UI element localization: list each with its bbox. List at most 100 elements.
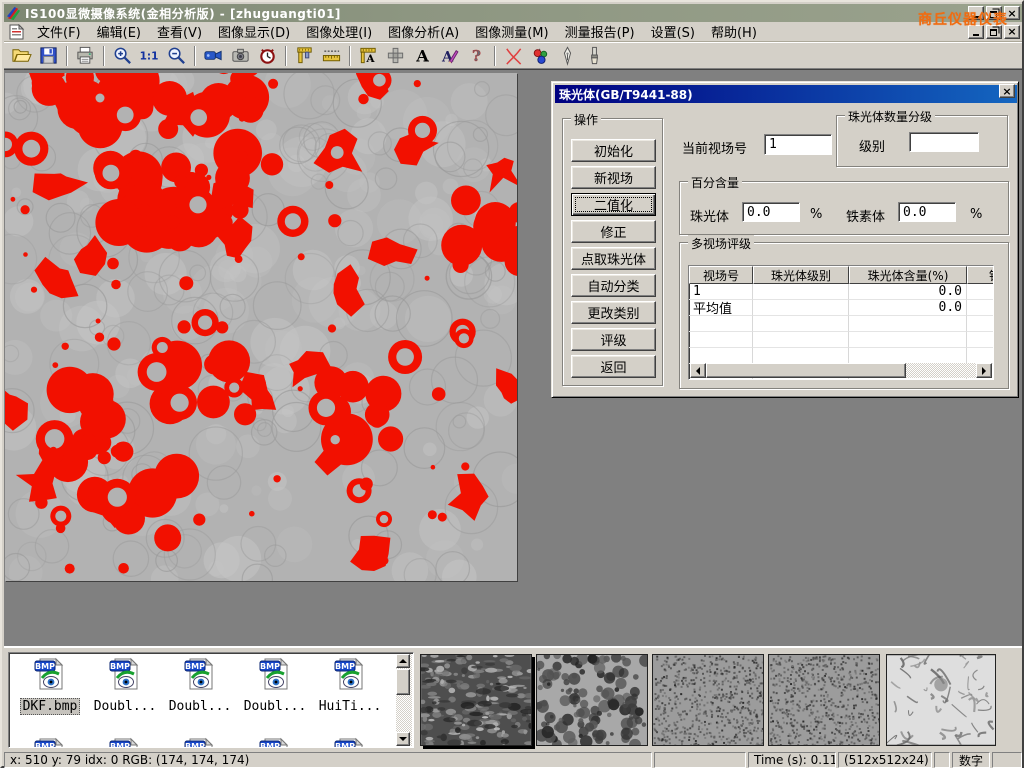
table-row[interactable] <box>689 316 993 332</box>
file-item-4[interactable]: BMPHuiTi... <box>313 657 387 714</box>
table-cell <box>849 316 967 332</box>
menu-item-9[interactable]: 帮助(H) <box>703 24 765 43</box>
table-row[interactable]: 平均值0.0 <box>689 300 993 316</box>
menu-item-8[interactable]: 设置(S) <box>643 24 703 43</box>
menu-item-0[interactable]: 文件(F) <box>29 24 89 43</box>
mdi-close-button[interactable]: × <box>1004 25 1020 39</box>
op-button-1[interactable]: 新视场 <box>571 166 656 189</box>
menu-item-7[interactable]: 测量报告(P) <box>557 24 643 43</box>
current-field-input[interactable]: 1 <box>764 134 832 155</box>
menu-item-1[interactable]: 编辑(E) <box>89 24 149 43</box>
dialog-title-bar[interactable]: 珠光体(GB/T9441-88) <box>555 85 1017 103</box>
ferrite-percent-input[interactable]: 0.0 <box>898 202 956 222</box>
scroll-thumb[interactable] <box>706 363 906 378</box>
table-cell <box>753 348 849 364</box>
zoom-in-icon[interactable] <box>109 44 136 67</box>
op-button-6[interactable]: 更改类别 <box>571 301 656 324</box>
annotate-icon[interactable]: A <box>436 44 463 67</box>
text-icon[interactable]: A <box>409 44 436 67</box>
mdi-minimize-button[interactable] <box>968 25 984 39</box>
phase-count-icon[interactable] <box>527 44 554 67</box>
preview-thumbnail-2[interactable] <box>652 654 764 746</box>
file-item-row2-1[interactable]: BMP <box>88 737 162 748</box>
pen-icon[interactable] <box>554 44 581 67</box>
table-column-header-1[interactable]: 珠光体级别 <box>753 266 849 284</box>
status-mode: 数字 <box>952 752 990 768</box>
op-button-7[interactable]: 评级 <box>571 328 656 351</box>
svg-text:?: ? <box>472 47 481 65</box>
table-row[interactable] <box>689 332 993 348</box>
op-button-5[interactable]: 自动分类 <box>571 274 656 297</box>
file-name[interactable]: Doubl... <box>92 699 159 714</box>
scroll-right-button[interactable] <box>976 363 992 378</box>
file-name[interactable]: DKF.bmp <box>20 698 81 715</box>
actual-size-icon[interactable]: 1:1 <box>136 44 163 67</box>
document-icon[interactable] <box>8 24 25 40</box>
file-item-row2-2[interactable]: BMP <box>163 737 237 748</box>
file-list[interactable]: BMPDKF.bmpBMPDoubl...BMPDoubl...BMPDoubl… <box>8 652 414 748</box>
caliper-icon[interactable] <box>291 44 318 67</box>
micrograph-image[interactable] <box>5 73 517 581</box>
menu-item-4[interactable]: 图像处理(I) <box>298 24 380 43</box>
measure-text-icon[interactable]: A <box>355 44 382 67</box>
pearlite-percent-input[interactable]: 0.0 <box>742 202 800 222</box>
print-icon[interactable] <box>72 44 99 67</box>
file-item-row2-0[interactable]: BMP <box>13 737 87 748</box>
preview-thumbnail-0[interactable] <box>420 654 532 746</box>
grid-icon[interactable] <box>382 44 409 67</box>
scroll-up-button[interactable] <box>396 654 410 668</box>
menu-item-3[interactable]: 图像显示(D) <box>210 24 298 43</box>
file-name[interactable]: Doubl... <box>242 699 309 714</box>
grade-input[interactable] <box>909 132 979 152</box>
scroll-left-button[interactable] <box>690 363 706 378</box>
preview-thumbnail-4[interactable] <box>886 654 996 746</box>
table-column-header-2[interactable]: 珠光体含量(%) <box>849 266 967 284</box>
curve-tool-icon[interactable] <box>500 44 527 67</box>
op-button-0[interactable]: 初始化 <box>571 139 656 162</box>
restore-button[interactable] <box>986 6 1002 20</box>
table-row[interactable]: 10.0 <box>689 284 993 300</box>
menu-item-5[interactable]: 图像分析(A) <box>380 24 467 43</box>
file-name[interactable]: HuiTi... <box>317 699 384 714</box>
op-button-4[interactable]: 点取珠光体 <box>571 247 656 270</box>
table-horizontal-scrollbar[interactable] <box>690 363 992 378</box>
op-button-3[interactable]: 修正 <box>571 220 656 243</box>
scroll-track[interactable] <box>706 363 976 378</box>
title-bar[interactable]: IS100显微摄像系统(金相分析版) - [zhuguangti01] × <box>4 4 1022 22</box>
scroll-down-button[interactable] <box>396 732 410 746</box>
preview-thumbnail-1[interactable] <box>536 654 648 746</box>
minimize-button[interactable] <box>968 6 984 20</box>
scroll-thumb-vertical[interactable] <box>396 669 410 695</box>
mdi-restore-button[interactable] <box>986 25 1002 39</box>
file-item-row2-3[interactable]: BMP <box>238 737 312 748</box>
op-button-8[interactable]: 返回 <box>571 355 656 378</box>
file-item-0[interactable]: BMPDKF.bmp <box>13 657 87 715</box>
op-button-2[interactable]: 二值化 <box>571 193 656 216</box>
file-list-scrollbar[interactable] <box>396 654 412 746</box>
file-item-2[interactable]: BMPDoubl... <box>163 657 237 714</box>
file-item-3[interactable]: BMPDoubl... <box>238 657 312 714</box>
rating-table[interactable]: 视场号珠光体级别珠光体含量(%)铁素体 10.0平均值0.0 <box>688 265 994 380</box>
dialog-close-button[interactable]: × <box>999 84 1015 98</box>
open-icon[interactable] <box>8 44 35 67</box>
preview-thumbnail-3[interactable] <box>768 654 880 746</box>
help-icon[interactable]: ? <box>463 44 490 67</box>
menu-item-2[interactable]: 查看(V) <box>149 24 210 43</box>
svg-text:1:1: 1:1 <box>140 50 159 62</box>
file-name[interactable]: Doubl... <box>167 699 234 714</box>
timer-icon[interactable] <box>254 44 281 67</box>
brush-icon[interactable] <box>581 44 608 67</box>
grade-group-label: 珠光体数量分级 <box>845 108 935 125</box>
menu-item-6[interactable]: 图像测量(M) <box>467 24 556 43</box>
camera-icon[interactable] <box>227 44 254 67</box>
table-row[interactable] <box>689 348 993 364</box>
video-camera-icon[interactable] <box>200 44 227 67</box>
save-icon[interactable] <box>35 44 62 67</box>
zoom-out-icon[interactable] <box>163 44 190 67</box>
ruler-icon[interactable] <box>318 44 345 67</box>
table-column-header-3[interactable]: 铁素体 <box>967 266 994 284</box>
table-column-header-0[interactable]: 视场号 <box>689 266 753 284</box>
file-item-1[interactable]: BMPDoubl... <box>88 657 162 714</box>
close-button[interactable]: × <box>1004 6 1020 20</box>
file-item-row2-4[interactable]: BMP <box>313 737 387 748</box>
